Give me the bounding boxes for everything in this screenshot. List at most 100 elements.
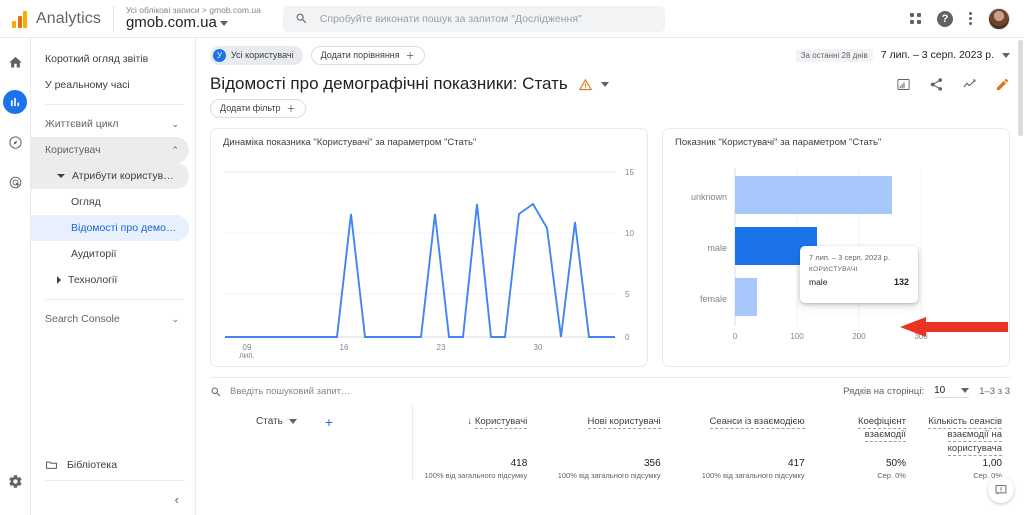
feedback-icon <box>995 485 1007 495</box>
cell-value: 50% <box>885 457 906 469</box>
add-comparison-label: Додати порівняння <box>320 50 400 60</box>
add-dimension-icon[interactable]: + <box>325 415 333 429</box>
chevron-down-icon[interactable] <box>600 81 609 87</box>
sidebar-item-label: У реальному часі <box>45 79 130 91</box>
warning-triangle-icon[interactable] <box>577 76 594 93</box>
table-header-engagement-rate[interactable]: Коефіцієнт взаємодії <box>813 406 914 456</box>
user-avatar[interactable] <box>988 7 1010 30</box>
annotation-arrow-icon <box>900 317 1008 337</box>
sidebar-item-library[interactable]: Бібліотека <box>31 458 195 471</box>
more-options-icon[interactable] <box>969 12 972 25</box>
sidebar-item-audiences[interactable]: Аудиторії <box>31 241 189 267</box>
nav-divider <box>45 299 183 300</box>
sidebar-item-user[interactable]: Користувач ⌃ <box>31 137 189 163</box>
account-selector[interactable]: Усі облікові записи > gmob.com.ua gmob.c… <box>125 5 261 32</box>
reports-icon[interactable] <box>3 90 27 114</box>
sidebar-item-label: Атрибути користувача <box>72 170 179 182</box>
rows-per-page-select[interactable]: 10 <box>934 385 970 398</box>
totals-engagement-rate-cell: 50% Сер. 0% <box>813 456 914 480</box>
feedback-button[interactable] <box>988 477 1014 503</box>
column-label: Нові користувачі <box>587 415 661 429</box>
bar-female <box>735 277 757 316</box>
sidebar-item-reports-snapshot[interactable]: Короткий огляд звітів <box>31 46 189 72</box>
y-tick-5: 5 <box>625 290 630 299</box>
table-header-sessions-per-user[interactable]: Кількість сеансів взаємодії на користува… <box>914 406 1010 457</box>
cell-sub: 100% від загального підсумку <box>557 470 661 480</box>
chevron-down-icon <box>1002 52 1010 58</box>
table-header-new-users[interactable]: Нові користувачі <box>535 406 668 456</box>
totals-new-users-cell: 356 100% від загального підсумку <box>535 456 668 480</box>
share-icon[interactable] <box>929 77 944 92</box>
date-range-label: 7 лип. – 3 серп. 2023 р. <box>880 49 994 61</box>
icon-rail <box>0 38 31 515</box>
advertising-icon[interactable] <box>3 170 27 194</box>
home-icon[interactable] <box>3 50 27 74</box>
insights-icon[interactable] <box>896 77 911 92</box>
cell-value: 356 <box>643 457 661 469</box>
arrow-down-icon: ↓ <box>467 415 473 427</box>
sidebar-item-overview[interactable]: Огляд <box>31 189 189 215</box>
bar-label-female: female <box>700 294 727 304</box>
all-users-chip[interactable]: У Усі користувачі <box>210 45 303 65</box>
sidebar-item-lifecycle[interactable]: Життєвий цикл ⌄ <box>31 111 189 137</box>
table-header-users[interactable]: ↓ Користувачі <box>412 405 536 456</box>
compare-icon[interactable] <box>962 77 977 92</box>
tooltip-metric-label: КОРИСТУВАЧІ <box>809 265 858 273</box>
column-label: Користувачі <box>474 415 528 429</box>
totals-sessions-per-user-cell: 1,00 Сер. 0% <box>914 456 1010 480</box>
plus-icon: ＋ <box>405 50 415 61</box>
y-tick-0: 0 <box>625 333 630 342</box>
chip-badge: У <box>213 48 226 62</box>
sidebar-item-demographic-details[interactable]: Відомості про демографіч… <box>31 215 189 241</box>
main-content: У Усі користувачі Додати порівняння ＋ За… <box>196 38 1024 515</box>
cell-sub: 100% від загального підсумку <box>424 470 528 480</box>
collapse-left-icon[interactable]: ‹ <box>175 492 179 507</box>
report-actions <box>896 77 1010 92</box>
search-icon <box>211 387 221 396</box>
table-search-input[interactable]: Введіть пошуковий запит… <box>230 386 351 397</box>
tooltip-key: male <box>809 276 828 287</box>
sidebar-item-search-console[interactable]: Search Console ⌄ <box>31 306 189 332</box>
x-tick-30: 30 <box>534 343 543 352</box>
column-label: Сеанси із взаємодією <box>709 415 805 429</box>
sidebar-item-user-attributes[interactable]: Атрибути користувача <box>31 163 189 189</box>
dimension-selector[interactable]: Стать <box>256 416 297 427</box>
totals-engaged-sessions-cell: 417 100% від загального підсумку <box>669 456 813 480</box>
x-tick-23: 23 <box>437 343 446 352</box>
edit-icon[interactable] <box>995 77 1010 92</box>
triangle-down-icon <box>57 174 65 178</box>
explore-icon[interactable] <box>3 130 27 154</box>
users-trend-line-chart[interactable]: 15 10 5 0 09 лип. 16 23 30 <box>211 148 647 360</box>
chevron-up-icon: ⌃ <box>171 144 179 155</box>
divider <box>112 5 114 32</box>
chip-label: Усі користувачі <box>231 50 294 60</box>
dimension-label: Стать <box>256 416 283 427</box>
gear-icon[interactable] <box>3 469 27 493</box>
apps-grid-icon[interactable] <box>910 13 921 24</box>
line-chart-card: Динаміка показника "Користувачі" за пара… <box>210 127 648 367</box>
date-range-selector[interactable]: За останні 28 днів 7 лип. – 3 серп. 2023… <box>795 48 1010 62</box>
demographics-table: Стать + ↓ Користувачі Нові користувачі С… <box>210 405 1010 480</box>
help-icon[interactable]: ? <box>937 10 953 27</box>
add-filter-button[interactable]: Додати фільтр ＋ <box>210 98 306 118</box>
bar-label-unknown: unknown <box>691 192 727 202</box>
triangle-right-icon <box>57 276 61 284</box>
comparison-bar: У Усі користувачі Додати порівняння ＋ За… <box>196 38 1024 72</box>
y-tick-10: 10 <box>625 229 634 238</box>
sidebar-item-tech[interactable]: Технології <box>31 267 189 293</box>
totals-dimension-cell <box>210 456 413 480</box>
analytics-logo-icon <box>12 10 27 28</box>
property-label: gmob.com.ua <box>125 13 217 31</box>
sidebar-item-label: Відомості про демографіч… <box>71 222 179 234</box>
add-comparison-button[interactable]: Додати порівняння ＋ <box>310 45 425 65</box>
sidebar-item-realtime[interactable]: У реальному часі <box>31 72 189 98</box>
chevron-down-icon: ⌄ <box>171 118 179 129</box>
add-filter-label: Додати фільтр <box>220 103 281 113</box>
vertical-scrollbar[interactable] <box>1017 38 1024 515</box>
search-input[interactable]: Спробуйте виконати пошук за запитом "Дос… <box>282 5 665 32</box>
filter-bar: Додати фільтр ＋ <box>196 94 1024 118</box>
bar-chart-title: Показник "Користувачі" за параметром "Ст… <box>675 136 882 148</box>
table-header-engaged-sessions[interactable]: Сеанси із взаємодією <box>669 406 813 456</box>
bar-label-male: male <box>707 243 727 253</box>
folder-icon <box>46 461 57 469</box>
